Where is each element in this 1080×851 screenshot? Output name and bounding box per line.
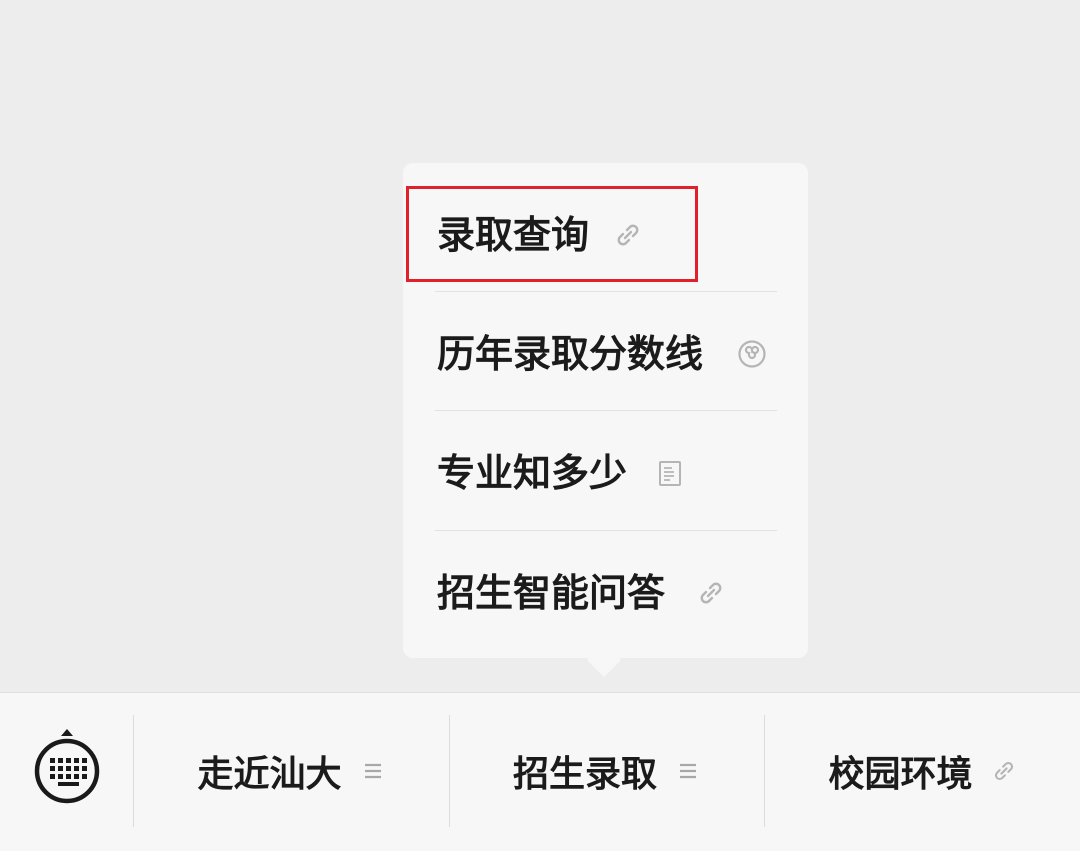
tab-label: 招生录取 bbox=[512, 754, 657, 795]
link-icon bbox=[994, 761, 1013, 781]
menu-item-label: 专业知多少 bbox=[437, 450, 628, 495]
menu-item-label: 录取查询 bbox=[437, 212, 590, 257]
menu-item-admission-query[interactable]: 录取查询 bbox=[403, 175, 808, 294]
submenu-popup: 录取查询 历年录取分数线 专业知多少 招生智能问答 bbox=[403, 163, 808, 658]
menu-item-historical-scores[interactable]: 历年录取分数线 bbox=[403, 294, 808, 413]
menu-divider bbox=[435, 291, 777, 292]
tab-label: 走近汕大 bbox=[197, 754, 342, 795]
submenu-list-icon bbox=[364, 763, 381, 779]
menu-item-majors-info[interactable]: 专业知多少 bbox=[403, 413, 808, 532]
tab-label: 校园环境 bbox=[828, 754, 973, 795]
menu-item-label: 招生智能问答 bbox=[437, 570, 666, 615]
menu-divider bbox=[435, 530, 777, 531]
tab-about-stu[interactable]: 走近汕大 bbox=[134, 715, 449, 827]
menu-item-ai-qa[interactable]: 招生智能问答 bbox=[403, 533, 808, 652]
link-icon bbox=[617, 224, 639, 245]
menu-divider bbox=[435, 410, 777, 411]
mini-program-icon bbox=[738, 339, 766, 368]
keyboard-icon[interactable] bbox=[28, 725, 108, 811]
tab-campus-environment[interactable]: 校园环境 bbox=[765, 715, 1080, 827]
link-icon bbox=[700, 582, 722, 603]
submenu-list-icon bbox=[680, 763, 696, 779]
article-icon bbox=[659, 460, 681, 486]
tab-admissions[interactable]: 招生录取 bbox=[450, 715, 764, 827]
bottom-menu-bar: 走近汕大 招生录取 校园环境 bbox=[0, 692, 1080, 851]
menu-item-label: 历年录取分数线 bbox=[437, 331, 704, 376]
